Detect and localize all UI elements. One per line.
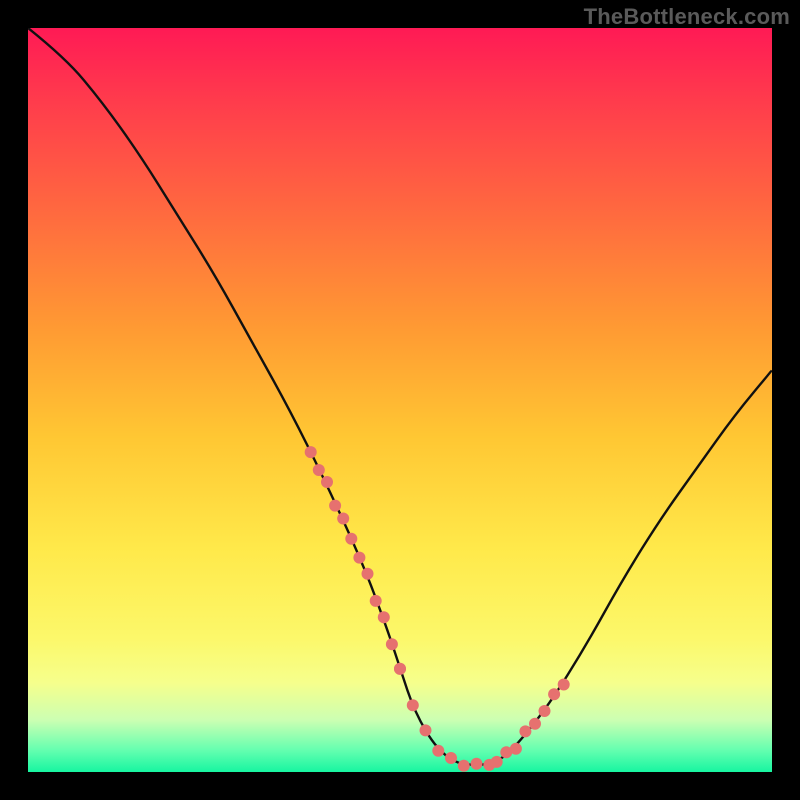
dots-left-cluster bbox=[305, 446, 406, 675]
accent-dot bbox=[386, 638, 398, 650]
accent-dot bbox=[407, 699, 419, 711]
accent-dot bbox=[394, 663, 406, 675]
accent-dot bbox=[471, 758, 483, 770]
accent-dot bbox=[420, 724, 432, 736]
accent-dot bbox=[362, 568, 374, 580]
accent-dot bbox=[378, 611, 390, 623]
accent-dot bbox=[353, 552, 365, 564]
accent-dot bbox=[305, 446, 317, 458]
accent-dot bbox=[491, 756, 503, 768]
accent-dot bbox=[529, 718, 541, 730]
accent-dot bbox=[519, 725, 531, 737]
accent-dot bbox=[445, 752, 457, 764]
accent-dot bbox=[510, 743, 522, 755]
accent-dot bbox=[321, 476, 333, 488]
accent-dot bbox=[548, 688, 560, 700]
accent-dot bbox=[539, 705, 551, 717]
plot-area bbox=[28, 28, 772, 772]
outer-frame: TheBottleneck.com bbox=[0, 0, 800, 800]
accent-dot bbox=[329, 500, 341, 512]
accent-dot bbox=[337, 513, 349, 525]
accent-dot bbox=[458, 760, 470, 772]
watermark-text: TheBottleneck.com bbox=[584, 4, 790, 30]
accent-dot bbox=[313, 464, 325, 476]
accent-dot bbox=[345, 533, 357, 545]
dots-right-cluster bbox=[491, 679, 570, 768]
bottleneck-curve bbox=[28, 28, 772, 765]
accent-dot bbox=[432, 745, 444, 757]
curve-layer bbox=[28, 28, 772, 772]
accent-dot bbox=[370, 595, 382, 607]
accent-dot bbox=[558, 679, 570, 691]
